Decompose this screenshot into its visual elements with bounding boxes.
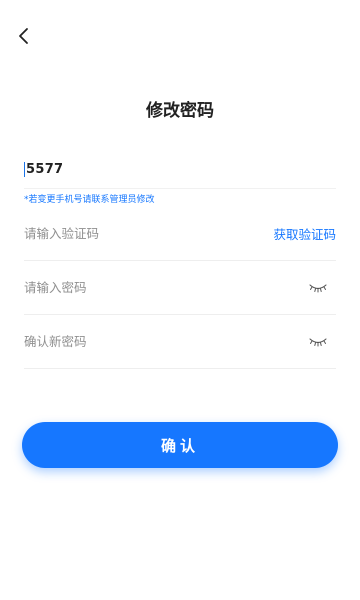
verification-code-field: 获取验证码 — [24, 207, 336, 261]
eye-closed-icon[interactable] — [308, 336, 328, 348]
confirm-password-input[interactable] — [24, 315, 308, 368]
phone-change-hint: *若变更手机号请联系管理员修改 — [24, 195, 155, 205]
get-code-button[interactable]: 获取验证码 — [273, 224, 336, 243]
eye-closed-icon[interactable] — [308, 282, 328, 294]
password-form: 5577 *若变更手机号请联系管理员修改 获取验证码 — [24, 150, 336, 369]
verification-code-input[interactable] — [24, 207, 274, 260]
new-password-input[interactable] — [24, 261, 308, 314]
change-password-page: 修改密码 5577 *若变更手机号请联系管理员修改 获取验证码 — [0, 0, 360, 600]
chevron-left-icon — [19, 28, 28, 44]
phone-value[interactable]: 5577 — [24, 161, 63, 177]
confirm-button[interactable]: 确认 — [22, 422, 338, 468]
new-password-field — [24, 261, 336, 315]
confirm-password-field — [24, 315, 336, 369]
page-title: 修改密码 — [146, 101, 214, 121]
phone-field[interactable]: 5577 — [24, 150, 336, 189]
back-button[interactable] — [12, 24, 36, 48]
